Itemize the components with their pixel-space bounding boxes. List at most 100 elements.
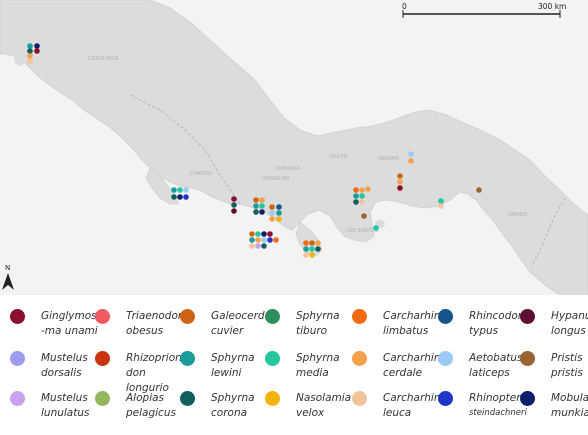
legend-label: Rhinoptera steindachneri	[469, 391, 527, 421]
occurrence-marker	[259, 209, 265, 215]
place-label: LOS SANTOS	[346, 228, 378, 234]
occurrence-marker	[255, 243, 261, 249]
legend-label-line: Pristis	[551, 352, 583, 364]
legend-label: Sphyrna corona	[211, 391, 255, 421]
legend-item: Sphyrna media	[265, 351, 340, 381]
place-label: DARIEN	[508, 212, 527, 218]
legend-item: Sphyrna lewini	[180, 351, 255, 381]
occurrence-marker	[397, 179, 403, 185]
occurrence-marker	[397, 185, 403, 191]
legend-item: Rhizopriono-don longurio	[95, 351, 192, 396]
legend-label-line: Mobula	[551, 392, 588, 404]
place-label: VERAGUAS	[262, 176, 289, 182]
legend-item: Pristis pristis	[520, 351, 583, 381]
legend-swatch	[438, 309, 453, 324]
occurrence-marker	[171, 194, 177, 200]
legend-label-line: Triaenodon	[126, 310, 185, 322]
occurrence-marker	[261, 237, 267, 243]
legend-swatch	[180, 391, 195, 406]
legend-label: Rhincodon typus	[469, 309, 524, 339]
occurrence-marker	[259, 197, 265, 203]
legend-label: Aetobatus laticeps	[469, 351, 523, 381]
occurrence-marker	[315, 240, 321, 246]
occurrence-marker	[373, 225, 379, 231]
occurrence-marker	[253, 197, 259, 203]
legend-swatch	[180, 351, 195, 366]
legend-swatch	[95, 351, 110, 366]
occurrence-marker	[255, 237, 261, 243]
occurrence-marker	[183, 187, 189, 193]
legend-swatch	[10, 391, 25, 406]
occurrence-marker	[309, 240, 315, 246]
occurrence-marker	[261, 243, 267, 249]
legend-label-line: Aetobatus	[469, 352, 523, 364]
occurrence-marker	[276, 204, 282, 210]
legend-item: Rhincodon typus	[438, 309, 524, 339]
legend-item: Rhinoptera steindachneri	[438, 391, 527, 421]
occurrence-marker	[303, 246, 309, 252]
legend-swatch	[10, 309, 25, 324]
occurrence-marker	[309, 246, 315, 252]
legend-swatch	[265, 309, 280, 324]
occurrence-marker	[276, 210, 282, 216]
occurrence-marker	[231, 196, 237, 202]
legend-label-line: Rhincodon	[469, 310, 525, 322]
occurrence-marker	[183, 194, 189, 200]
occurrence-marker	[177, 187, 183, 193]
occurrence-marker	[269, 216, 275, 222]
base-map[interactable]: COSTA RICA PANAMA GOLFO DARIEN COMARCA L…	[0, 0, 588, 295]
occurrence-marker	[365, 186, 371, 192]
legend-swatch	[10, 351, 25, 366]
legend-label-line: steindachneri	[469, 408, 527, 418]
occurrence-marker	[259, 203, 265, 209]
legend-label: Mobula munkiana	[551, 391, 588, 421]
occurrence-marker	[261, 231, 267, 237]
occurrence-marker	[309, 252, 315, 258]
legend-label: Mustelus dorsalis	[41, 351, 88, 381]
occurrence-marker	[353, 193, 359, 199]
legend-item: Sphyrna corona	[180, 391, 255, 421]
legend-swatch	[438, 391, 453, 406]
legend-label-line: obesus	[126, 325, 164, 337]
legend-label-line: Hypanus	[551, 310, 588, 322]
legend-label-line: lewini	[211, 367, 242, 379]
scale-start-label: 0	[402, 2, 407, 11]
occurrence-marker	[353, 187, 359, 193]
occurrence-marker	[359, 187, 365, 193]
occurrence-marker	[27, 48, 33, 54]
legend-swatch	[438, 351, 453, 366]
occurrence-marker	[171, 187, 177, 193]
legend-swatch	[95, 391, 110, 406]
occurrence-marker	[303, 240, 309, 246]
legend-item: Triaenodon obesus	[95, 309, 185, 339]
occurrence-marker	[361, 213, 367, 219]
occurrence-marker	[476, 187, 482, 193]
occurrence-marker	[231, 208, 237, 214]
species-legend: Ginglymosto- -ma unami Mustelus dorsalis Mus…	[0, 295, 588, 435]
legend-item: Aetobatus laticeps	[438, 351, 523, 381]
occurrence-marker	[408, 158, 414, 164]
legend-item: Mustelus lunulatus	[10, 391, 89, 421]
occurrence-marker	[253, 203, 259, 209]
place-label: GOLFO	[330, 154, 347, 160]
legend-label: Sphyrna media	[296, 351, 340, 381]
island	[14, 50, 26, 66]
legend-swatch	[352, 351, 367, 366]
legend-label-line: Galeocerdo	[211, 310, 272, 322]
occurrence-marker	[34, 43, 40, 49]
occurrence-marker	[359, 199, 365, 205]
legend-label: Sphyrna lewini	[211, 351, 255, 381]
legend-swatch	[352, 309, 367, 324]
occurrence-marker	[315, 246, 321, 252]
legend-label-line: cuvier	[211, 325, 244, 337]
legend-label-line: Nasolamia	[296, 392, 352, 404]
legend-swatch	[95, 309, 110, 324]
legend-label-line: Sphyrna	[296, 310, 340, 322]
legend-label-line: laticeps	[469, 367, 510, 379]
legend-swatch	[520, 391, 535, 406]
occurrence-marker	[267, 231, 273, 237]
occurrence-marker	[34, 48, 40, 54]
occurrence-marker	[269, 204, 275, 210]
legend-label: Triaenodon obesus	[126, 309, 185, 339]
legend-label-line: Sphyrna	[211, 352, 255, 364]
